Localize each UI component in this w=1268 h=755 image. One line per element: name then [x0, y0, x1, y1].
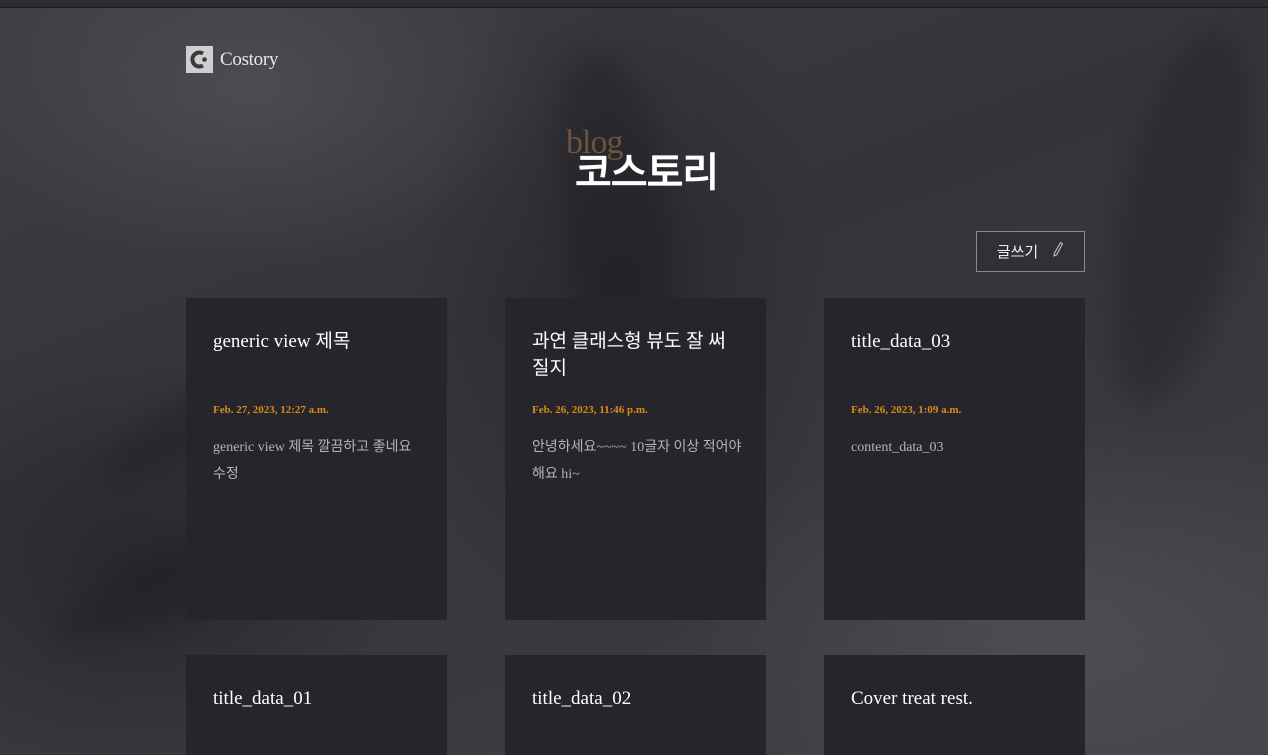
browser-top-strip [0, 0, 1268, 8]
post-card[interactable]: Cover treat rest. [824, 655, 1085, 755]
post-title[interactable]: title_data_02 [532, 685, 739, 712]
write-button-label: 글쓰기 [996, 245, 1039, 261]
post-card[interactable]: generic view 제목 Feb. 27, 2023, 12:27 a.m… [186, 298, 447, 620]
post-content: generic view 제목 깔끔하고 좋네요 수정 [213, 440, 412, 482]
page-title: 코스토리 [575, 150, 719, 195]
post-date: Feb. 26, 2023, 1:09 a.m. [851, 404, 962, 416]
site-logo[interactable]: Costory [186, 46, 278, 73]
post-card[interactable]: 과연 클래스형 뷰도 잘 써질지 Feb. 26, 2023, 11:46 p.… [505, 298, 766, 620]
post-card[interactable]: title_data_01 [186, 655, 447, 755]
post-card[interactable]: title_data_03 Feb. 26, 2023, 1:09 a.m. c… [824, 298, 1085, 620]
hero: blog 코스토리 [0, 120, 1268, 200]
logo-text: Costory [220, 48, 279, 70]
post-title[interactable]: generic view 제목 [213, 328, 420, 355]
pencil-icon [1052, 241, 1064, 262]
post-date: Feb. 27, 2023, 12:27 a.m. [213, 404, 329, 416]
write-post-button[interactable]: 글쓰기 [976, 231, 1085, 272]
post-title[interactable]: title_data_01 [213, 685, 420, 712]
post-content: 안녕하세요~~~~ 10글자 이상 적어야 해요 hi~ [532, 440, 742, 482]
post-title[interactable]: 과연 클래스형 뷰도 잘 써질지 [532, 328, 732, 382]
post-title[interactable]: Cover treat rest. [851, 685, 1058, 712]
c-logo-icon [186, 46, 213, 73]
post-content: content_data_03 [851, 440, 944, 455]
post-date: Feb. 26, 2023, 11:46 p.m. [532, 404, 648, 416]
post-card[interactable]: title_data_02 [505, 655, 766, 755]
post-title[interactable]: title_data_03 [851, 328, 1058, 355]
